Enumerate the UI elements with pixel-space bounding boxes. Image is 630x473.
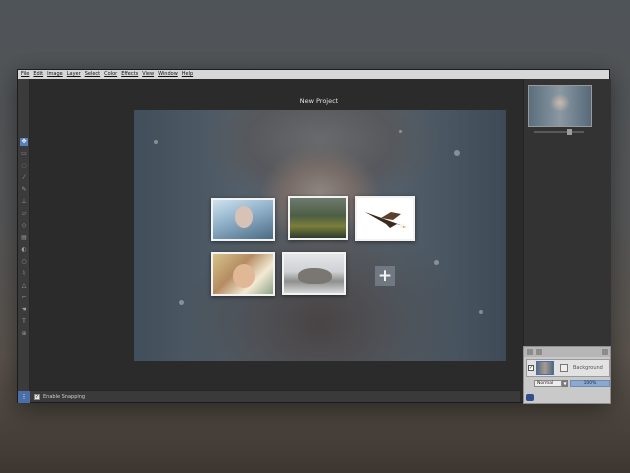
- menu-effects[interactable]: Effects: [121, 70, 138, 79]
- pencil-icon[interactable]: ✎: [20, 186, 28, 194]
- layer-row[interactable]: ✓ Background: [526, 359, 610, 377]
- recent-image-cat[interactable]: [282, 252, 346, 295]
- delete-layer-icon[interactable]: [602, 349, 608, 355]
- snow-particle: [179, 300, 184, 305]
- layers-panel-header: [524, 347, 610, 357]
- menu-view[interactable]: View: [142, 70, 154, 79]
- lasso-icon[interactable]: ◌: [20, 162, 28, 170]
- image-canvas[interactable]: +: [134, 110, 506, 361]
- menu-color[interactable]: Color: [104, 70, 117, 79]
- layer-name[interactable]: Background: [573, 365, 603, 371]
- snapping-checkbox[interactable]: ✓: [34, 393, 40, 400]
- zoom-slider-knob[interactable]: [567, 129, 572, 135]
- eraser-icon[interactable]: ▱: [20, 210, 28, 218]
- zoom-icon[interactable]: ⊕: [20, 330, 28, 338]
- move-icon[interactable]: ✥: [20, 138, 28, 146]
- layer-visibility-checkbox[interactable]: ✓: [528, 365, 534, 371]
- recent-image-winter-girl[interactable]: [211, 198, 275, 241]
- dodge-icon[interactable]: ○: [20, 258, 28, 266]
- fill-icon[interactable]: ◇: [20, 222, 28, 230]
- snow-particle: [399, 130, 402, 133]
- layer-mask-icon[interactable]: [560, 364, 568, 372]
- plus-icon[interactable]: +: [375, 266, 395, 286]
- layer-thumbnail: [536, 361, 554, 375]
- snow-particle: [154, 140, 158, 144]
- stamp-icon[interactable]: ⊥: [20, 198, 28, 206]
- status-bar: ✓ Enable Snapping: [30, 390, 520, 402]
- hand-icon[interactable]: ☚: [20, 306, 28, 314]
- thumb-cat: [298, 268, 332, 284]
- snow-particle: [434, 260, 439, 265]
- recent-image-child[interactable]: [211, 252, 275, 296]
- app-window: File Edit Image Layer Select Color Effec…: [17, 69, 611, 404]
- chevron-down-icon[interactable]: ▼: [562, 380, 568, 387]
- thumb-face: [235, 206, 253, 228]
- duplicate-layer-icon[interactable]: [536, 349, 542, 355]
- blend-mode-select[interactable]: Normal: [534, 380, 562, 387]
- menu-window[interactable]: Window: [158, 70, 178, 79]
- navigator-preview[interactable]: [528, 85, 592, 127]
- snow-particle: [454, 150, 460, 156]
- zoom-slider[interactable]: [534, 129, 584, 135]
- menu-bar: File Edit Image Layer Select Color Effec…: [18, 70, 609, 79]
- layer-style-icon[interactable]: [526, 394, 534, 401]
- menu-file[interactable]: File: [21, 70, 29, 79]
- text-icon[interactable]: T: [20, 318, 28, 326]
- menu-select[interactable]: Select: [85, 70, 100, 79]
- pen-icon[interactable]: ⌇: [20, 270, 28, 278]
- layers-panel: ✓ Background Normal ▼ 100%: [523, 346, 611, 404]
- recent-image-landscape[interactable]: [288, 196, 348, 240]
- blur-icon[interactable]: ◐: [20, 246, 28, 254]
- menu-help[interactable]: Help: [182, 70, 193, 79]
- toolbox: ✥ ▭ ◌ ⁄ ✎ ⊥ ▱ ◇ ▤ ◐ ○ ⌇ △ ⌐ ☚ T ⊕ ⁝: [18, 79, 30, 403]
- color-swatch-icon[interactable]: ⁝: [18, 391, 30, 403]
- opacity-slider[interactable]: 100%: [570, 380, 610, 387]
- menu-edit[interactable]: Edit: [33, 70, 43, 79]
- menu-image[interactable]: Image: [47, 70, 63, 79]
- snapping-label: Enable Snapping: [43, 393, 86, 400]
- shape-icon[interactable]: △: [20, 282, 28, 290]
- gradient-icon[interactable]: ▤: [20, 234, 28, 242]
- document-title: New Project: [299, 97, 339, 105]
- menu-layer[interactable]: Layer: [67, 70, 81, 79]
- new-layer-icon[interactable]: [527, 349, 533, 355]
- snow-particle: [479, 310, 483, 314]
- eagle-icon: [365, 212, 409, 229]
- thumb-face: [233, 264, 255, 288]
- marquee-icon[interactable]: ▭: [20, 150, 28, 158]
- eyedropper-icon[interactable]: ⌐: [20, 294, 28, 302]
- brush-icon[interactable]: ⁄: [20, 174, 28, 182]
- recent-image-eagle[interactable]: [355, 196, 415, 241]
